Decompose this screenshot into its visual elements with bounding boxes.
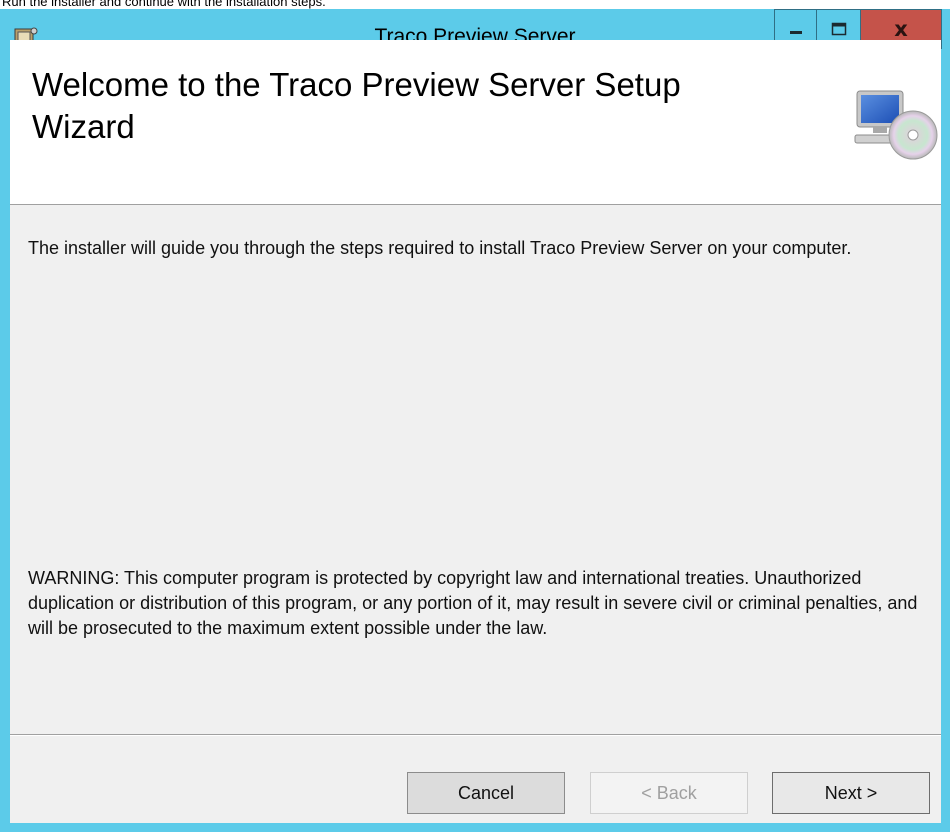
cancel-button[interactable]: Cancel <box>407 772 565 814</box>
close-icon: x <box>894 17 908 41</box>
maximize-icon <box>831 22 846 36</box>
intro-text: The installer will guide you through the… <box>28 238 852 258</box>
minimize-icon <box>789 31 802 34</box>
wizard-banner: Welcome to the Traco Preview Server Setu… <box>10 40 941 205</box>
copyright-warning-text: WARNING: This computer program is protec… <box>28 568 918 638</box>
button-area-divider <box>10 734 941 736</box>
installer-window: Traco Preview Server x Welcome to the Tr… <box>0 9 950 832</box>
next-button[interactable]: Next > <box>772 772 930 814</box>
back-button[interactable]: < Back <box>590 772 748 814</box>
computer-cd-icon <box>853 89 939 165</box>
wizard-client-area: Welcome to the Traco Preview Server Setu… <box>10 40 941 823</box>
caption-text: Run the installer and continue with the … <box>2 0 326 9</box>
wizard-heading: Welcome to the Traco Preview Server Setu… <box>32 66 681 145</box>
